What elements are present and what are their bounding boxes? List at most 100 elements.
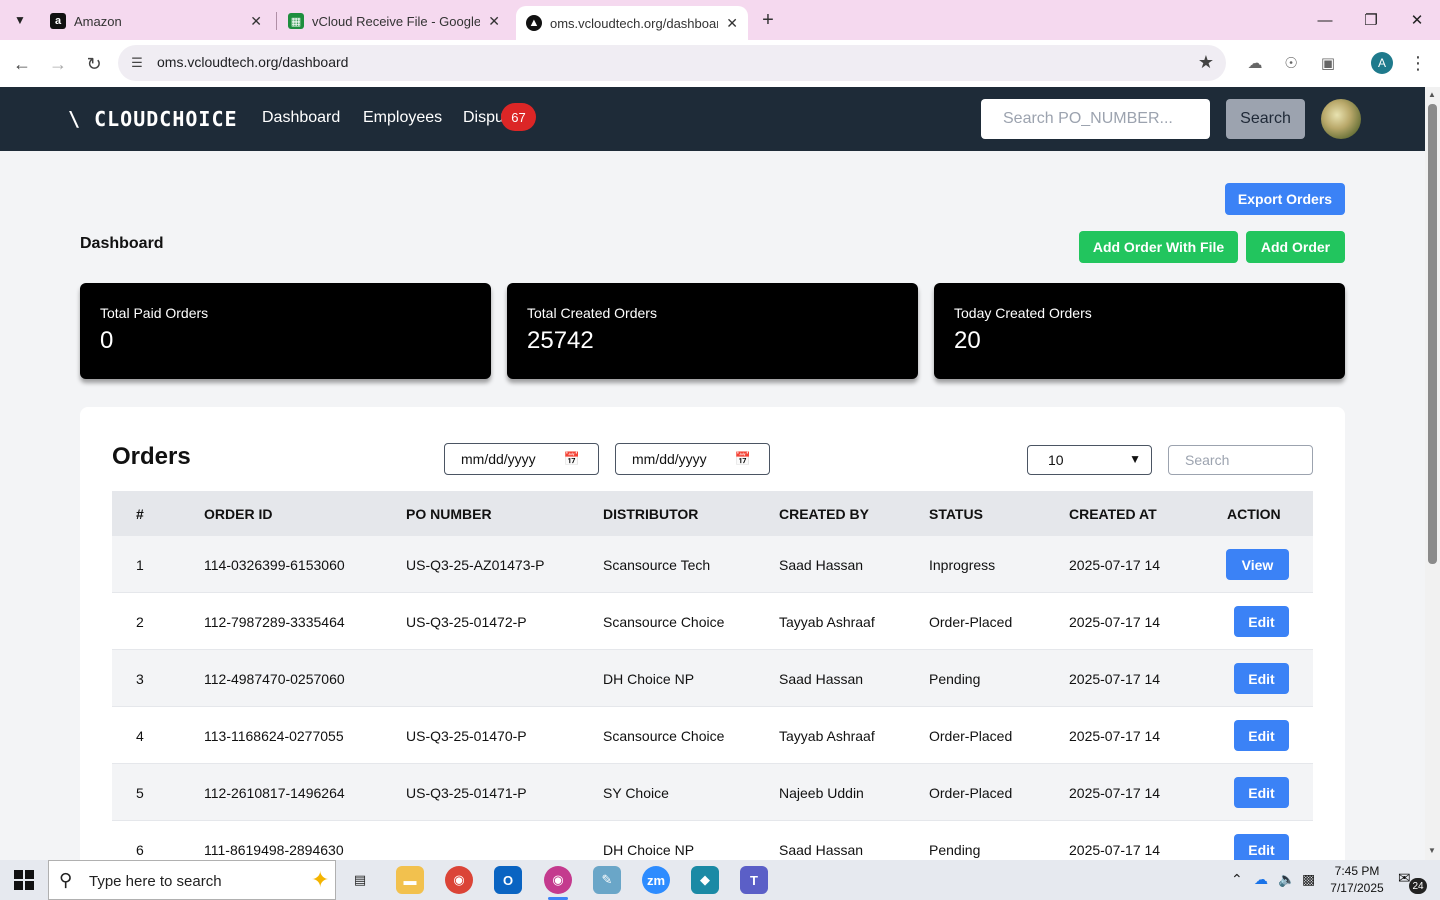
orders-table: # ORDER ID PO NUMBER DISTRIBUTOR CREATED… [112,491,1313,860]
date-placeholder: mm/dd/yyyy [461,451,536,467]
tab-oms-dashboard[interactable]: ▲ oms.vcloudtech.org/dashboard ✕ [516,6,748,40]
col-header-created-at[interactable]: CREATED AT [1069,506,1157,522]
date-placeholder: mm/dd/yyyy [632,451,707,467]
stat-label: Total Created Orders [527,305,657,321]
cloudchoice-logo[interactable]: \ CLOUDCHOICE [68,107,238,131]
tab-title: vCloud Receive File - Google Sh [312,13,481,29]
reload-icon[interactable]: ↻ [80,50,108,78]
scroll-down-arrow-icon[interactable]: ▼ [1428,846,1436,855]
cell-created-by: Tayyab Ashraaf [779,728,875,744]
taskbar-search-box[interactable]: ⚲ Type here to search ✦ [48,860,336,900]
col-header-order-id[interactable]: ORDER ID [204,506,272,522]
cell-index: 1 [136,557,144,573]
cell-status: Order-Placed [929,728,1013,744]
volume-muted-icon[interactable]: 🔈 [1278,871,1295,888]
close-tab-icon[interactable]: ✕ [726,15,738,32]
stat-card-total-created: Total Created Orders 25742 [507,283,918,379]
edit-order-button[interactable]: Edit [1234,777,1289,808]
back-arrow-icon[interactable]: ← [8,50,36,78]
extension-cloud-icon[interactable]: ☁ [1244,52,1266,74]
windows-start-icon[interactable] [14,870,34,890]
close-tab-icon[interactable]: ✕ [488,13,500,30]
extension-globe-icon[interactable]: ☉ [1280,52,1302,74]
nav-dashboard[interactable]: Dashboard [262,109,340,127]
edit-order-button[interactable]: Edit [1234,720,1289,751]
date-to-input[interactable]: mm/dd/yyyy 📅 [615,443,770,475]
cell-index: 2 [136,614,144,630]
date-from-input[interactable]: mm/dd/yyyy 📅 [444,443,599,475]
orders-search-input[interactable] [1168,445,1313,475]
po-number-search-input[interactable] [981,99,1210,139]
scroll-up-arrow-icon[interactable]: ▲ [1428,90,1436,99]
cell-status: Inprogress [929,557,996,573]
restore-icon[interactable]: ❐ [1356,8,1386,32]
tab-amazon[interactable]: a Amazon ✕ [40,6,272,36]
nav-employees[interactable]: Employees [363,109,442,127]
nav-disputes[interactable]: Dispu [463,109,504,127]
disputes-count-badge: 67 [501,103,536,131]
edit-order-button[interactable]: Edit [1234,606,1289,637]
col-header-created-by[interactable]: CREATED BY [779,506,869,522]
url-text[interactable]: oms.vcloudtech.org/dashboard [157,54,348,70]
file-explorer-icon[interactable]: ▬ [396,866,424,894]
scrollbar-thumb[interactable] [1428,104,1437,564]
chrome-profile-icon[interactable]: ◉ [544,866,572,900]
task-view-icon[interactable]: ▤ [346,866,374,894]
site-settings-icon[interactable]: ☰ [128,54,146,72]
chrome-icon[interactable]: ◉ [445,866,473,894]
cell-order-id: 112-7987289-3335464 [204,614,345,630]
new-tab-plus-icon[interactable]: + [756,8,780,32]
close-tab-icon[interactable]: ✕ [250,13,262,30]
user-avatar[interactable] [1321,99,1361,139]
outlook-icon[interactable]: O [494,866,522,894]
tray-chevron-up-icon[interactable]: ⌃ [1231,871,1243,888]
taskbar-search-text: Type here to search [89,873,222,890]
tab-search-chevron-icon[interactable]: ▼ [6,6,34,34]
system-clock[interactable]: 7:45 PM 7/17/2025 [1322,863,1392,897]
cell-po-number: US-Q3-25-AZ01473-P [406,557,545,573]
zoom-icon[interactable]: zm [642,866,670,894]
network-icon[interactable]: ▩ [1302,871,1315,888]
cell-created-by: Najeeb Uddin [779,785,864,801]
add-order-button[interactable]: Add Order [1246,231,1345,263]
col-header-distributor[interactable]: DISTRIBUTOR [603,506,698,522]
stat-label: Today Created Orders [954,305,1092,321]
table-row: 5 112-2610817-1496264 US-Q3-25-01471-P SY C… [112,764,1313,821]
calendar-icon[interactable]: 📅 [564,451,580,467]
cell-distributor: Scansource Tech [603,557,711,573]
edit-order-button[interactable]: Edit [1234,834,1289,860]
profile-avatar[interactable]: A [1371,52,1393,74]
cell-created-at: 2025-07-17 14 [1069,557,1161,573]
col-header-status[interactable]: STATUS [929,506,983,522]
onedrive-cloud-icon[interactable]: ☁ [1254,871,1268,888]
cell-po-number: US-Q3-25-01471-P [406,785,527,801]
browser-menu-icon[interactable]: ⋮ [1408,52,1428,74]
teams-icon[interactable]: T [740,866,768,894]
po-search-button[interactable]: Search [1226,99,1305,139]
minimize-icon[interactable]: — [1310,8,1340,32]
tab-google-sheets[interactable]: ▦ vCloud Receive File - Google Sh ✕ [278,6,510,36]
page-size-value: 10 [1048,452,1064,468]
calendar-icon[interactable]: 📅 [735,451,751,467]
col-header-po-number[interactable]: PO NUMBER [406,506,492,522]
cell-created-by: Saad Hassan [779,557,864,573]
page-size-select[interactable]: 10 ▼ [1027,445,1152,475]
edit-order-button[interactable]: Edit [1234,663,1289,694]
page-scrollbar[interactable]: ▲ ▼ [1425,87,1440,860]
browser-toolbar: ← → ↻ ☰ oms.vcloudtech.org/dashboard ★ ☁… [0,40,1440,87]
forward-arrow-icon[interactable]: → [44,50,72,78]
export-orders-button[interactable]: Export Orders [1225,183,1345,215]
notes-app-icon[interactable]: ✎ [593,866,621,894]
view-order-button[interactable]: View [1226,549,1289,580]
close-window-icon[interactable]: ✕ [1402,8,1432,32]
address-bar[interactable]: ☰ oms.vcloudtech.org/dashboard ★ [118,45,1226,81]
bookmark-star-icon[interactable]: ★ [1198,52,1214,73]
cell-order-id: 112-2610817-1496264 [204,785,345,801]
sparkle-icon: ✦ [311,867,330,892]
add-order-with-file-button[interactable]: Add Order With File [1079,231,1238,263]
app-diamond-icon[interactable]: ◆ [691,866,719,894]
extensions-puzzle-icon[interactable]: ▣ [1317,52,1339,74]
stat-label: Total Paid Orders [100,305,209,321]
cell-created-by: Saad Hassan [779,842,864,858]
table-row: 1 114-0326399-6153060 US-Q3-25-AZ01473-P Sc… [112,536,1313,593]
